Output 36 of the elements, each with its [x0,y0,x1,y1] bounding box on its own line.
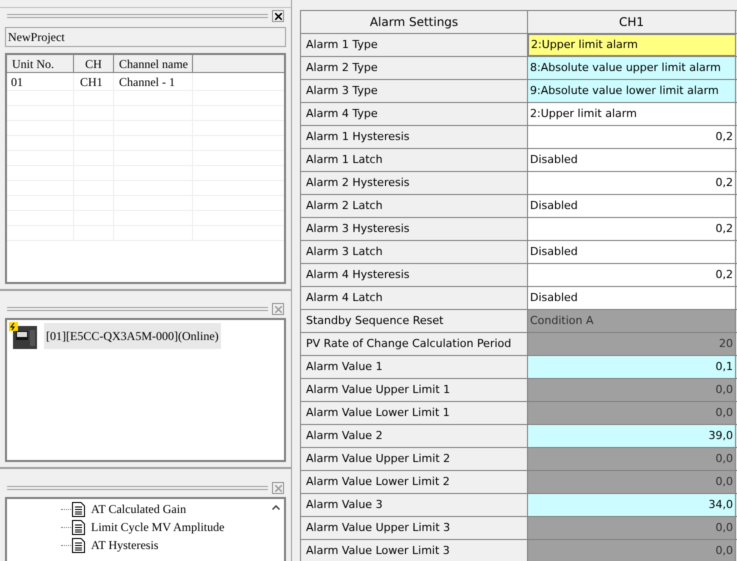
setting-value[interactable]: 0,2 [528,126,736,148]
setting-value[interactable]: 0,2 [528,218,736,240]
document-icon [72,502,85,516]
setting-value[interactable]: 2:Upper limit alarm [528,34,736,56]
device-item[interactable]: [01][E5CC-QX3A5M-000](Online) [44,323,221,349]
setting-value[interactable]: 0,2 [528,264,736,286]
tree-item[interactable]: AT Calculated Gain [91,500,186,518]
column-header: Alarm Settings [301,11,528,33]
close-icon [274,484,282,492]
setting-value[interactable]: 0,1 [528,356,736,378]
setting-value[interactable]: Disabled [528,149,736,171]
document-icon [72,520,85,534]
scroll-up-icon[interactable] [272,505,280,510]
close-icon [274,306,282,312]
table-cell: 01 [7,73,74,90]
tree-item[interactable]: Limit Cycle MV Amplitude [91,518,224,536]
table-cell: Channel - 1 [114,73,193,90]
document-icon [72,538,85,552]
table-cell: CH1 [74,73,114,90]
setting-value[interactable]: 8:Absolute value upper limit alarm [528,57,736,79]
setting-value[interactable]: Disabled [528,287,736,309]
setting-value[interactable]: 2:Upper limit alarm [528,103,736,125]
project-name-field: NewProject [5,27,286,47]
setting-value[interactable]: 34,0 [528,494,736,516]
column-header[interactable]: Channel name [114,55,193,72]
setting-value[interactable]: Disabled [528,241,736,263]
close-button[interactable] [272,10,284,22]
column-header[interactable]: Unit No. [7,55,74,72]
tree-item[interactable]: AT Hysteresis [91,536,158,554]
setting-value[interactable]: Disabled [528,195,736,217]
column-header[interactable]: CH [74,55,114,72]
column-header: CH1 [528,11,736,33]
setting-value[interactable]: 0,2 [528,172,736,194]
close-icon [274,12,282,20]
setting-value[interactable]: 9:Absolute value lower limit alarm [528,80,736,102]
setting-value[interactable]: 39,0 [528,425,736,447]
